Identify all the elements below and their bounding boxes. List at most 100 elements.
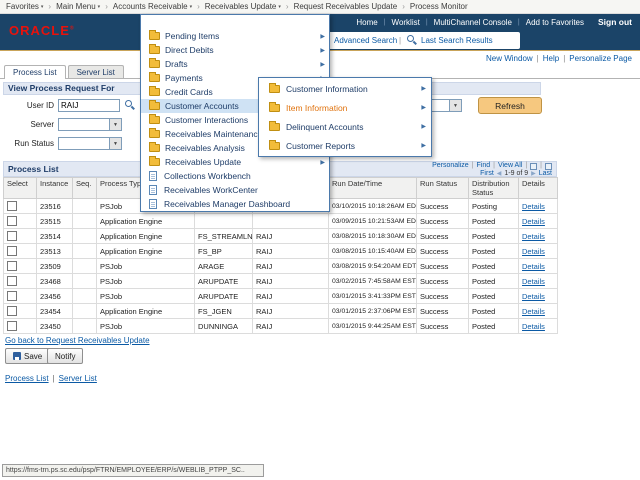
download-icon[interactable] <box>545 163 552 170</box>
cell-process-name: DUNNINGA <box>195 319 253 334</box>
menu-item-label: Receivables Manager Dashboard <box>164 199 290 209</box>
cell-distribution-status: Posted <box>469 259 519 274</box>
menu-item-receivables-manager-dashboard[interactable]: Receivables Manager Dashboard <box>141 197 329 211</box>
breadcrumb-label: Accounts Receivable <box>113 2 188 11</box>
application-window: Favorites▾›Main Menu▾›Accounts Receivabl… <box>0 0 640 480</box>
advanced-search-link[interactable]: Advanced Search <box>334 36 397 45</box>
row-checkbox[interactable] <box>7 291 17 301</box>
save-icon <box>13 352 21 360</box>
details-link[interactable]: Details <box>522 262 545 271</box>
table-row: 23450PSJobDUNNINGARAIJ03/01/2015 9:44:25… <box>4 319 558 334</box>
tab-server-list[interactable]: Server List <box>68 65 124 78</box>
cell-seq <box>73 274 97 289</box>
breadcrumb-item-process-monitor[interactable]: Process Monitor <box>410 2 468 11</box>
help-link[interactable]: Help <box>543 54 559 63</box>
menu-item-collections-workbench[interactable]: Collections Workbench <box>141 169 329 183</box>
footer-link-process-list[interactable]: Process List <box>5 374 49 383</box>
personalize-page-link[interactable]: Personalize Page <box>569 54 632 63</box>
row-checkbox[interactable] <box>7 231 17 241</box>
menu-item-label: Collections Workbench <box>164 171 251 181</box>
cell-user: RAIJ <box>253 304 329 319</box>
submenu-item-delinquent-accounts[interactable]: Delinquent Accounts▶ <box>259 117 431 136</box>
cell-seq <box>73 199 97 214</box>
menu-item-receivables-update[interactable]: Receivables Update▶ <box>141 155 329 169</box>
menu-item-label: Drafts <box>165 59 188 69</box>
breadcrumb-item-main-menu[interactable]: Main Menu▾ <box>56 2 100 11</box>
details-link[interactable]: Details <box>522 232 545 241</box>
header-link-add-to-favorites[interactable]: Add to Favorites <box>526 18 584 27</box>
find-link[interactable]: Find <box>477 162 491 170</box>
header-link-multichannel-console[interactable]: MultiChannel Console <box>434 18 512 27</box>
notify-button[interactable]: Notify <box>47 348 83 364</box>
view-all-link[interactable]: View All <box>498 162 522 170</box>
header-link-home[interactable]: Home <box>356 18 377 27</box>
menu-item-receivables-workcenter[interactable]: Receivables WorkCenter <box>141 183 329 197</box>
cell-user: RAIJ <box>253 244 329 259</box>
folder-icon <box>149 116 160 124</box>
row-checkbox[interactable] <box>7 201 17 211</box>
details-link[interactable]: Details <box>522 247 545 256</box>
run-status-dropdown[interactable]: ▼ <box>58 137 122 150</box>
go-back-link[interactable]: Go back to Request Receivables Update <box>5 336 150 345</box>
details-link[interactable]: Details <box>522 307 545 316</box>
sign-out-link[interactable]: Sign out <box>598 17 632 27</box>
submenu-item-label: Item Information <box>286 103 347 113</box>
menu-item-label: Pending Items <box>165 31 219 41</box>
row-checkbox[interactable] <box>7 306 17 316</box>
submenu-arrow-icon: ▶ <box>421 123 426 130</box>
separator: | <box>399 36 401 45</box>
menu-item-pending-items[interactable]: Pending Items ▶ <box>141 29 329 43</box>
header-link-worklist[interactable]: Worklist <box>392 18 420 27</box>
column-header-select: Select <box>4 178 37 199</box>
menu-item-direct-debits[interactable]: Direct Debits▶ <box>141 43 329 57</box>
refresh-button[interactable]: Refresh <box>478 97 542 114</box>
table-row: 23468PSJobARUPDATERAIJ03/02/2015 7:45:58… <box>4 274 558 289</box>
user-id-input[interactable] <box>58 99 120 112</box>
submenu-item-label: Customer Reports <box>286 141 355 151</box>
cell-seq <box>73 244 97 259</box>
submenu-item-customer-information[interactable]: Customer Information▶ <box>259 79 431 98</box>
row-checkbox[interactable] <box>7 276 17 286</box>
personalize-link[interactable]: Personalize <box>432 162 469 170</box>
last-search-results-link[interactable]: Last Search Results <box>421 36 493 45</box>
column-header-instance: Instance <box>37 178 73 199</box>
row-checkbox[interactable] <box>7 261 17 271</box>
cell-process-name: ARUPDATE <box>195 274 253 289</box>
details-link[interactable]: Details <box>522 277 545 286</box>
row-checkbox[interactable] <box>7 216 17 226</box>
column-header-seq: Seq. <box>73 178 97 199</box>
zoom-grid-icon[interactable] <box>530 163 537 170</box>
breadcrumb-item-accounts-receivable[interactable]: Accounts Receivable▾ <box>113 2 192 11</box>
server-dropdown[interactable]: ▼ <box>58 118 122 131</box>
new-window-link[interactable]: New Window <box>486 54 533 63</box>
row-checkbox[interactable] <box>7 246 17 256</box>
cell-process-type: Application Engine <box>97 229 195 244</box>
table-row: 23513Application EngineFS_BPRAIJ03/08/20… <box>4 244 558 259</box>
submenu-arrow-icon: ▶ <box>320 33 325 40</box>
breadcrumb-item-request-receivables-update[interactable]: Request Receivables Update <box>294 2 398 11</box>
cell-run-datetime: 03/02/2015 7:45:58AM EST <box>329 274 417 289</box>
lookup-icon[interactable] <box>125 100 136 111</box>
folder-icon <box>149 158 160 166</box>
separator: | <box>540 162 542 170</box>
dropdown-caret-icon: ▾ <box>41 4 44 10</box>
cell-user: RAIJ <box>253 274 329 289</box>
breadcrumb-item-favorites[interactable]: Favorites▾ <box>6 2 43 11</box>
details-link[interactable]: Details <box>522 202 545 211</box>
details-link[interactable]: Details <box>522 322 545 331</box>
row-checkbox[interactable] <box>7 321 17 331</box>
footer-link-server-list[interactable]: Server List <box>59 374 97 383</box>
menu-item-label: Credit Cards <box>165 87 213 97</box>
save-button[interactable]: Save <box>5 348 50 364</box>
tab-process-list[interactable]: Process List <box>4 65 66 79</box>
breadcrumb-label: Main Menu <box>56 2 96 11</box>
submenu-item-item-information[interactable]: Item Information ▶ <box>259 98 431 117</box>
submenu-item-customer-reports[interactable]: Customer Reports▶ <box>259 136 431 155</box>
details-link[interactable]: Details <box>522 217 545 226</box>
cell-run-status: Success <box>417 304 469 319</box>
breadcrumb-item-receivables-update[interactable]: Receivables Update▾ <box>205 2 281 11</box>
menu-item-drafts[interactable]: Drafts▶ <box>141 57 329 71</box>
submenu-arrow-icon: ▶ <box>421 104 426 111</box>
dropdown-arrow-icon: ▼ <box>109 138 121 149</box>
details-link[interactable]: Details <box>522 292 545 301</box>
